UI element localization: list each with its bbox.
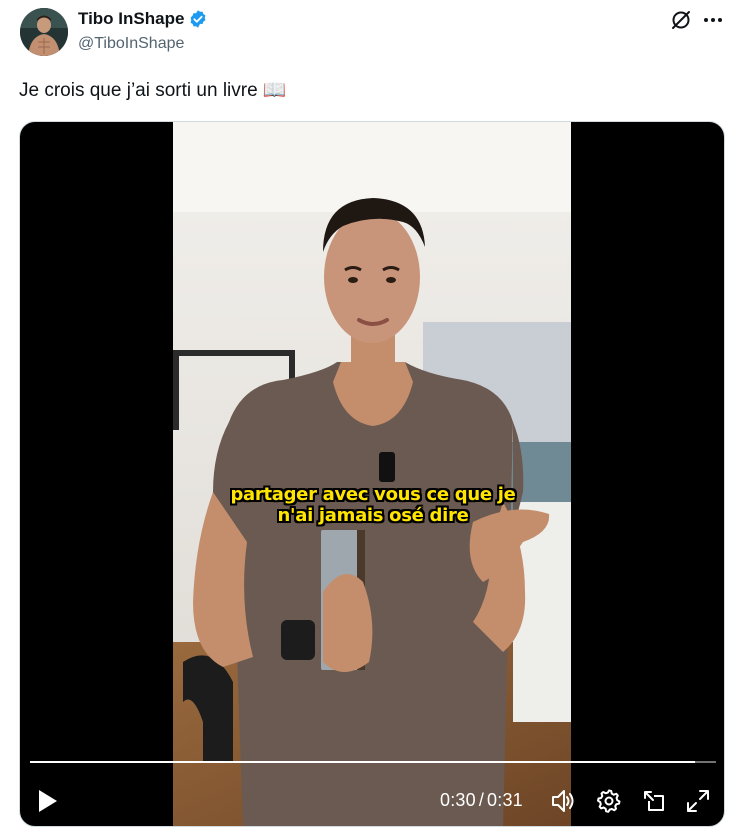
fullscreen-icon[interactable]	[685, 788, 711, 819]
author-row: Tibo InShape	[78, 9, 208, 29]
author-name[interactable]: Tibo InShape	[78, 9, 184, 29]
time-display: 0:30/0:31	[440, 790, 523, 811]
volume-icon[interactable]	[550, 788, 576, 819]
tweet-card: Tibo InShape @TiboInShape Je crois que j…	[0, 0, 747, 840]
avatar[interactable]	[20, 8, 68, 56]
dock-icon[interactable]	[641, 788, 667, 819]
caption-line-1: partager avec vous ce que je	[230, 484, 516, 505]
time-separator: /	[478, 790, 485, 810]
video-player[interactable]: partager avec vous ce que je n'ai jamais…	[19, 121, 725, 827]
verified-badge-icon	[188, 9, 208, 29]
more-horizontal-icon[interactable]	[700, 8, 726, 32]
progress-fill	[30, 761, 696, 763]
progress-bar[interactable]	[30, 761, 716, 763]
grok-icon[interactable]	[669, 8, 693, 32]
play-icon[interactable]	[36, 788, 60, 819]
gear-icon[interactable]	[596, 788, 622, 819]
author-handle[interactable]: @TiboInShape	[78, 35, 184, 53]
video-controls: 0:30/0:31	[20, 782, 724, 822]
video-caption: partager avec vous ce que je n'ai jamais…	[20, 484, 724, 526]
caption-line-2: n'ai jamais osé dire	[277, 505, 469, 526]
duration: 0:31	[487, 790, 523, 810]
tweet-text: Je crois que j’ai sorti un livre 📖	[19, 80, 287, 101]
video-frame	[173, 122, 571, 826]
current-time: 0:30	[440, 790, 476, 810]
